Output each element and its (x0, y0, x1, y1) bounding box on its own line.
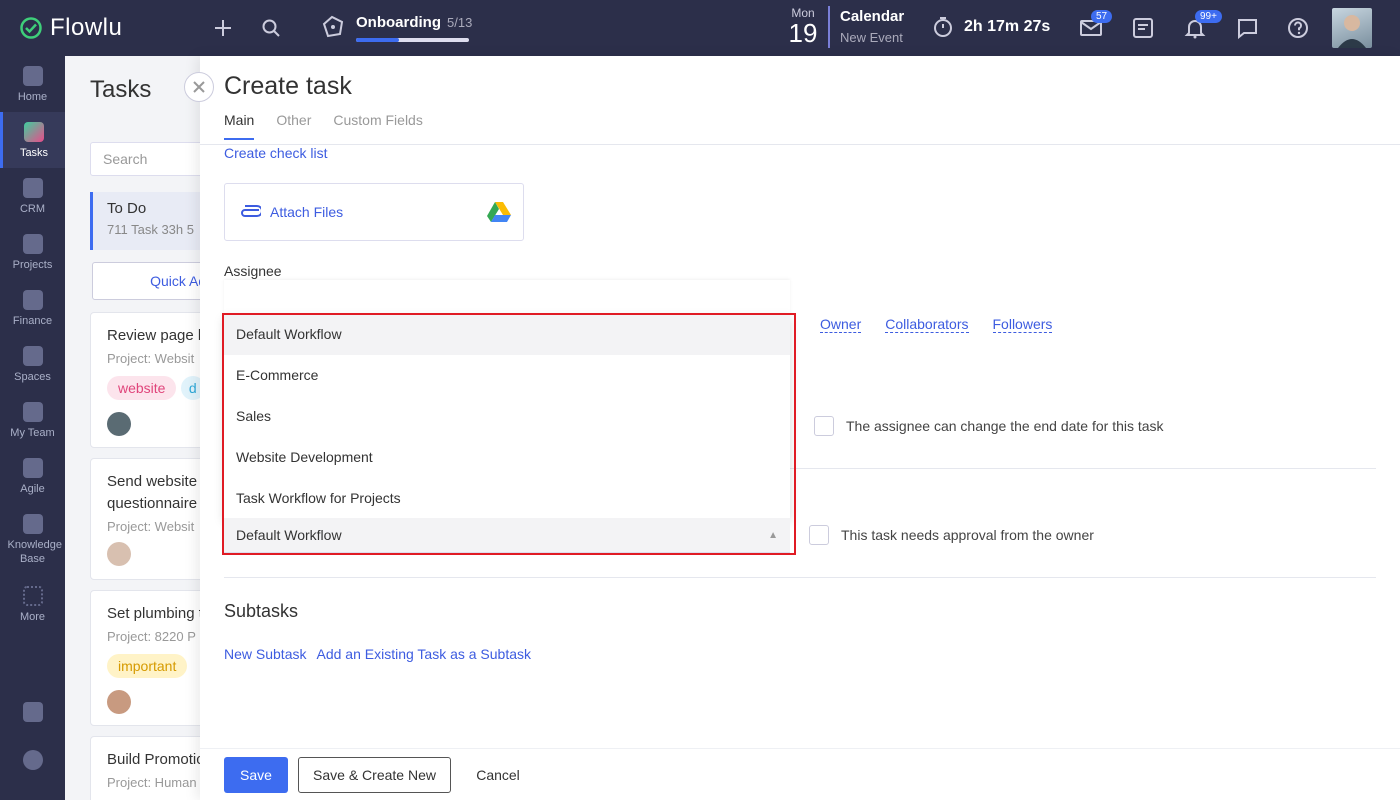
onboarding-label: Onboarding 5/13 (356, 14, 473, 31)
sidebar-item-finance[interactable]: Finance (0, 280, 65, 336)
timer-widget[interactable]: 2h 17m 27s (932, 16, 1050, 38)
team-icon (22, 402, 43, 422)
add-existing-subtask-link[interactable]: Add an Existing Task as a Subtask (316, 646, 531, 662)
role-links: Owner Collaborators Followers (820, 316, 1076, 333)
paperclip-icon (241, 205, 261, 217)
stopwatch-icon (934, 17, 952, 37)
chat-icon[interactable] (1235, 16, 1259, 40)
workflow-select[interactable]: Default Workflow ▲ (224, 518, 790, 553)
subtask-links: New Subtask Add an Existing Task as a Su… (224, 646, 541, 662)
workflow-option-sales[interactable]: Sales (224, 396, 790, 437)
close-panel-button[interactable] (184, 72, 214, 102)
finance-icon (22, 290, 43, 310)
onboarding-progress (356, 38, 469, 42)
assignee-avatar (107, 690, 131, 714)
workflow-option-default[interactable]: Default Workflow (224, 314, 790, 355)
calendar-widget[interactable]: Calendar New Event (840, 8, 904, 45)
create-checklist-link[interactable]: Create check list (224, 145, 327, 161)
date-widget[interactable]: Mon 19 (786, 6, 820, 46)
grid-icon (22, 586, 43, 606)
create-task-panel: Create task Main Other Custom Fields Cre… (200, 56, 1400, 800)
sidebar-item-projects[interactable]: Projects (0, 224, 65, 280)
workflow-option-ecommerce[interactable]: E-Commerce (224, 355, 790, 396)
approval-checkbox[interactable] (809, 525, 829, 545)
google-drive-icon[interactable] (487, 201, 511, 223)
sidebar-item-my-team[interactable]: My Team (0, 392, 65, 448)
home-icon (22, 66, 43, 86)
tag-website: website (107, 376, 177, 400)
tabs-divider (200, 144, 1400, 145)
divider (790, 468, 1376, 469)
spaces-icon (22, 346, 43, 366)
knowledge-base-icon (22, 514, 43, 534)
dropdown-search-input[interactable] (224, 280, 790, 316)
mail-badge: 57 (1091, 10, 1113, 23)
onboarding-icon (322, 15, 344, 38)
owner-link[interactable]: Owner (820, 316, 862, 333)
help-icon[interactable] (1286, 16, 1310, 40)
form-footer: Save Save & Create New Cancel (200, 748, 1400, 800)
page-title: Create task (224, 72, 352, 100)
notification-badge: 99+ (1195, 10, 1222, 23)
sidebar-item-crm[interactable]: CRM (0, 168, 65, 224)
top-bar: Flowlu Onboarding 5/13 Mon 19 Calendar Ne… (0, 0, 1400, 56)
tasks-title: Tasks (90, 76, 152, 103)
save-create-new-button[interactable]: Save & Create New (298, 757, 451, 793)
logo-check-icon (20, 17, 42, 39)
sidebar-item-home[interactable]: Home (0, 56, 65, 112)
apps-icon (22, 702, 43, 722)
change-end-date-option[interactable]: The assignee can change the end date for… (814, 416, 1164, 436)
sidebar-settings[interactable] (0, 740, 65, 796)
workflow-option-task-workflow-projects[interactable]: Task Workflow for Projects (224, 478, 790, 518)
assignee-avatar (107, 412, 131, 436)
sidebar-item-agile[interactable]: Agile (0, 448, 65, 504)
sidebar-item-knowledge-base[interactable]: Knowledge Base (0, 504, 65, 565)
assignee-avatar (107, 542, 131, 566)
gear-icon (22, 750, 43, 770)
notes-icon[interactable] (1131, 16, 1155, 40)
save-button[interactable]: Save (224, 757, 288, 793)
mail-icon[interactable]: 57 (1079, 10, 1113, 40)
sidebar-item-more[interactable]: More (0, 576, 65, 632)
collaborators-link[interactable]: Collaborators (885, 316, 969, 333)
cancel-button[interactable]: Cancel (462, 757, 534, 793)
search-icon[interactable] (259, 16, 283, 40)
agile-icon (22, 458, 43, 478)
app-name: Flowlu (50, 14, 123, 41)
sidebar-item-spaces[interactable]: Spaces (0, 336, 65, 392)
approval-option[interactable]: This task needs approval from the owner (809, 525, 1094, 545)
app-logo[interactable]: Flowlu (20, 14, 122, 42)
workflow-dropdown-list: Default Workflow E-Commerce Sales Websit… (224, 314, 790, 518)
followers-link[interactable]: Followers (992, 316, 1053, 333)
attach-files-box[interactable]: Attach Files (224, 183, 524, 241)
tab-custom-fields[interactable]: Custom Fields (333, 112, 422, 140)
sidebar-item-tasks[interactable]: Tasks (0, 112, 65, 168)
date-divider (828, 6, 830, 48)
change-end-date-checkbox[interactable] (814, 416, 834, 436)
tasks-icon (24, 122, 44, 142)
sidebar: Home Tasks CRM Projects Finance Spaces M… (0, 56, 65, 800)
tab-main[interactable]: Main (224, 112, 255, 140)
tab-bar: Main Other Custom Fields (224, 112, 445, 140)
tab-other[interactable]: Other (276, 112, 311, 140)
bell-icon[interactable]: 99+ (1183, 10, 1222, 40)
chevron-up-icon: ▲ (768, 530, 778, 541)
assignee-label: Assignee (224, 263, 282, 279)
user-avatar[interactable] (1332, 8, 1372, 48)
add-icon[interactable] (211, 16, 235, 40)
workflow-option-website-development[interactable]: Website Development (224, 437, 790, 478)
divider (224, 577, 1376, 578)
new-subtask-link[interactable]: New Subtask (224, 646, 306, 662)
tag-important: important (107, 654, 188, 678)
crm-icon (22, 178, 43, 198)
subtasks-title: Subtasks (224, 601, 299, 621)
projects-icon (22, 234, 43, 254)
close-icon (193, 81, 205, 93)
